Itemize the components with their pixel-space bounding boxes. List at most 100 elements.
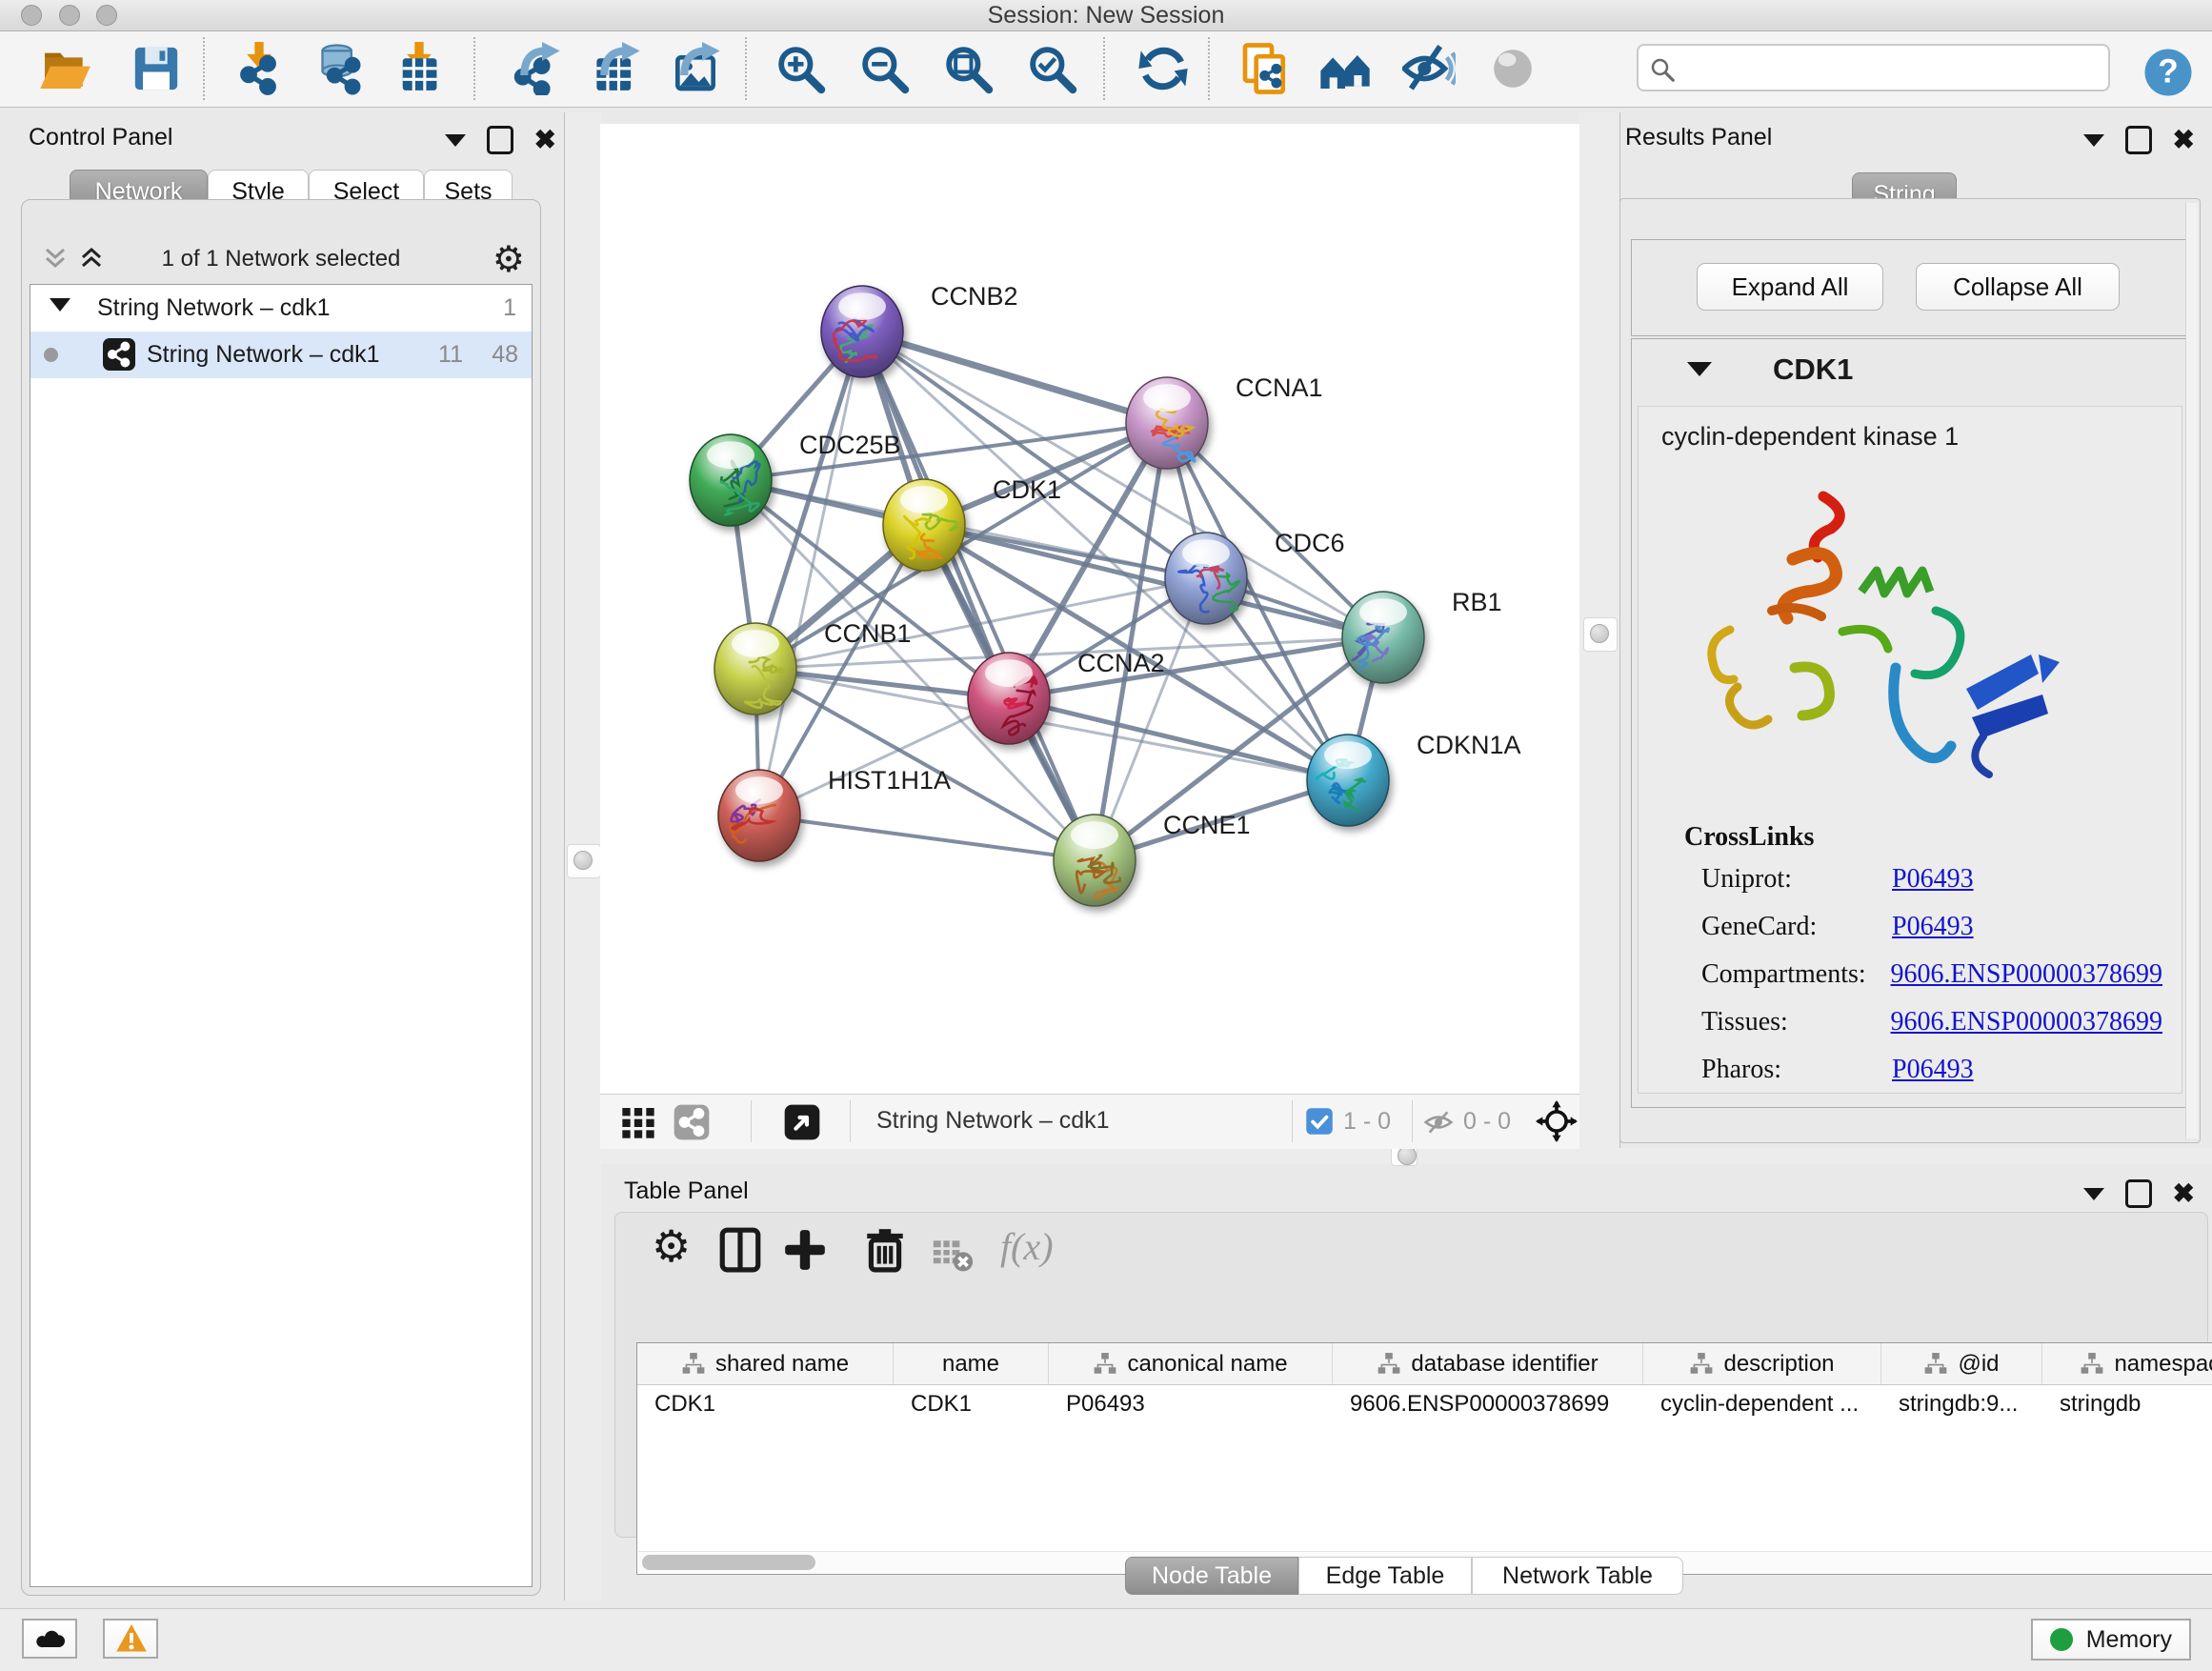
zoom-out-icon[interactable] (857, 42, 911, 95)
crosslink-label: Tissues: (1701, 1007, 1891, 1037)
search-input[interactable] (1684, 50, 2098, 86)
fx-formula-icon[interactable]: f(x) (1000, 1224, 1054, 1269)
tab-network-table[interactable]: Network Table (1472, 1557, 1683, 1595)
column-header-namespace[interactable]: namespace (2042, 1343, 2212, 1384)
bottom-splitter[interactable] (600, 1148, 2212, 1164)
control-panel-collapse-icon[interactable] (445, 134, 466, 147)
left-splitter[interactable] (564, 112, 601, 1601)
network-node-CCNE1[interactable]: CCNE1 (1054, 811, 1251, 906)
network-node-CCNA1[interactable]: CCNA1 (1126, 373, 1323, 469)
control-panel: Control Panel ✖ NetworkStyleSelectSets 1… (0, 112, 562, 1601)
left-splitter-handle-icon[interactable] (567, 844, 601, 878)
crosslink-value[interactable]: 9606.ENSP00000378699 (1891, 959, 2162, 990)
hidden-eye-icon[interactable] (1423, 1107, 1454, 1144)
column-header-canonicalname[interactable]: canonical name (1049, 1343, 1333, 1384)
table-panel: Table Panel ✖ ⚙ f(x) shared n (600, 1164, 2212, 1608)
zoom-fit-icon[interactable] (941, 42, 995, 95)
gene-details: cyclin-dependent kinase 1 (1638, 406, 2182, 1094)
column-header-databaseidentifier[interactable]: database identifier (1333, 1343, 1643, 1384)
crosslink-value[interactable]: P06493 (1892, 864, 1974, 895)
table-panel-collapse-icon[interactable] (2083, 1188, 2104, 1200)
network-node-RB1[interactable]: RB1 (1342, 588, 1502, 683)
memory-button[interactable]: Memory (2031, 1619, 2191, 1661)
network-node-HIST1H1A[interactable]: HIST1H1A (718, 766, 951, 861)
import-table-icon[interactable] (392, 42, 446, 95)
svg-text:?: ? (2158, 53, 2178, 91)
cloud-button[interactable] (22, 1619, 77, 1659)
table-cell: CDK1 (894, 1385, 1049, 1423)
search-box (1637, 44, 2110, 91)
create-column-icon[interactable] (781, 1226, 829, 1274)
results-panel-close-icon[interactable]: ✖ (2173, 129, 2195, 151)
import-network-icon[interactable] (232, 42, 286, 95)
collapse-all-button[interactable]: Collapse All (1916, 263, 2120, 311)
export-network-icon[interactable] (509, 42, 562, 95)
crosslink-value[interactable]: P06493 (1892, 912, 1974, 942)
table-row[interactable]: CDK1CDK1P064939606.ENSP00000378699cyclin… (637, 1385, 2212, 1423)
table-cell: P06493 (1049, 1385, 1333, 1423)
results-panel-float-icon[interactable] (2125, 126, 2152, 154)
column-header-sharedname[interactable]: shared name (637, 1343, 894, 1384)
results-panel-collapse-icon[interactable] (2083, 134, 2104, 147)
control-panel-close-icon[interactable]: ✖ (534, 129, 556, 151)
collection-count: 1 (503, 294, 516, 322)
help-button[interactable]: ? (2142, 46, 2195, 99)
network-collection-row[interactable]: String Network – cdk1 1 (30, 285, 532, 332)
network-badge-icon[interactable] (673, 1103, 711, 1148)
network-node-CDC6[interactable]: CDC6 (1165, 529, 1345, 624)
node-label: CDC6 (1275, 529, 1345, 557)
right-splitter[interactable] (1579, 112, 1620, 1148)
toolbar-separator (473, 37, 475, 100)
table-cell: 9606.ENSP00000378699 (1333, 1385, 1643, 1423)
birds-eye-view-icon[interactable] (783, 1103, 821, 1148)
hide-selected-icon[interactable] (1402, 42, 1456, 95)
selected-checkbox-icon[interactable] (1305, 1107, 1334, 1142)
network-list: String Network – cdk1 1 String Network –… (30, 284, 533, 1587)
node-label: CCNB2 (931, 282, 1018, 311)
network-row[interactable]: String Network – cdk1 11 48 (30, 332, 532, 378)
network-options-gear-icon[interactable]: ⚙ (493, 238, 525, 281)
network-canvas[interactable]: CCNB2 CCNA1 CDC25B CDK1 CDC6 RB1 CCNB1 C… (600, 124, 1579, 1094)
table-options-gear-icon[interactable]: ⚙ (652, 1220, 699, 1268)
export-image-icon[interactable] (669, 42, 722, 95)
delete-table-icon[interactable] (932, 1234, 974, 1281)
export-table-icon[interactable] (589, 42, 642, 95)
collapse-all-icon[interactable] (41, 244, 70, 272)
results-scrollbar[interactable] (2185, 203, 2198, 1138)
open-folder-icon[interactable] (38, 42, 91, 95)
show-all-icon[interactable] (1486, 42, 1539, 95)
right-splitter-handle-icon[interactable] (1583, 617, 1618, 652)
hscroll-thumb[interactable] (642, 1555, 815, 1570)
table-panel-close-icon[interactable]: ✖ (2173, 1182, 2195, 1205)
expand-all-icon[interactable] (77, 244, 106, 272)
column-header-name[interactable]: name (894, 1343, 1049, 1384)
import-database-icon[interactable] (312, 42, 366, 95)
window-title-bar: Session: New Session (0, 0, 2212, 31)
tab-edge-table[interactable]: Edge Table (1298, 1557, 1472, 1595)
table-panel-float-icon[interactable] (2125, 1179, 2152, 1208)
warnings-button[interactable] (103, 1619, 158, 1659)
show-columns-icon[interactable] (716, 1226, 764, 1274)
node-label: HIST1H1A (828, 766, 951, 795)
collection-expander-icon[interactable] (50, 298, 70, 312)
save-icon[interactable] (130, 42, 183, 95)
table-cell: CDK1 (637, 1385, 894, 1423)
crosslink-value[interactable]: 9606.ENSP00000378699 (1891, 1007, 2162, 1037)
fit-selected-crosshair-icon[interactable] (1536, 1100, 1578, 1149)
crosslink-value[interactable]: P06493 (1892, 1055, 1974, 1085)
zoom-selected-icon[interactable] (1025, 42, 1078, 95)
column-header-id[interactable]: @id (1881, 1343, 2042, 1384)
first-neighbors-icon[interactable] (1318, 42, 1372, 95)
network-node-CCNB2[interactable]: CCNB2 (821, 282, 1018, 377)
grid-view-icon[interactable] (619, 1103, 657, 1148)
refresh-icon[interactable] (1136, 42, 1190, 95)
tab-node-table[interactable]: Node Table (1125, 1557, 1298, 1595)
zoom-in-icon[interactable] (774, 42, 827, 95)
control-panel-float-icon[interactable] (487, 126, 513, 154)
column-header-description[interactable]: description (1643, 1343, 1881, 1384)
clone-network-icon[interactable] (1238, 42, 1292, 95)
network-node-CDKN1A[interactable]: CDKN1A (1307, 731, 1521, 826)
expand-all-button[interactable]: Expand All (1697, 263, 1883, 311)
delete-column-trash-icon[interactable] (861, 1226, 909, 1274)
gene-expander-icon[interactable] (1687, 362, 1712, 376)
